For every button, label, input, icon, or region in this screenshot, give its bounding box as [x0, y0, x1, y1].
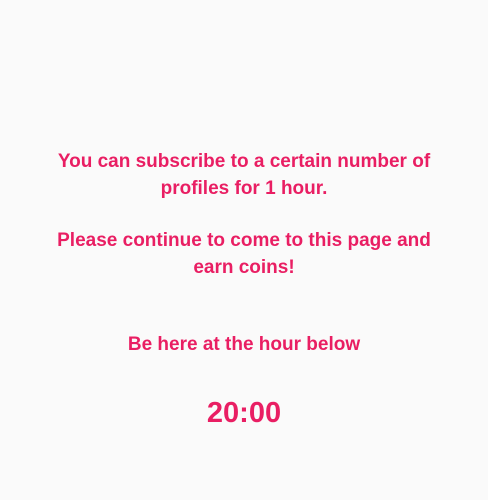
subscribe-info-line-1: You can subscribe to a certain number of	[57, 151, 431, 172]
subscribe-info-line-2: profiles for 1 hour.	[160, 178, 328, 199]
coins-info-screen: You can subscribe to a certain number of…	[0, 0, 488, 500]
continue-info-line-2: earn coins!	[193, 257, 295, 278]
subscribe-info-text: You can subscribe to a certain number of…	[0, 148, 488, 202]
continue-info-line-1: Please continue to come to this page and	[57, 230, 431, 251]
continue-info-text: Please continue to come to this page and…	[0, 227, 488, 281]
hour-prompt-text: Be here at the hour below	[127, 334, 361, 355]
next-hour-time: 20:00	[206, 397, 282, 429]
